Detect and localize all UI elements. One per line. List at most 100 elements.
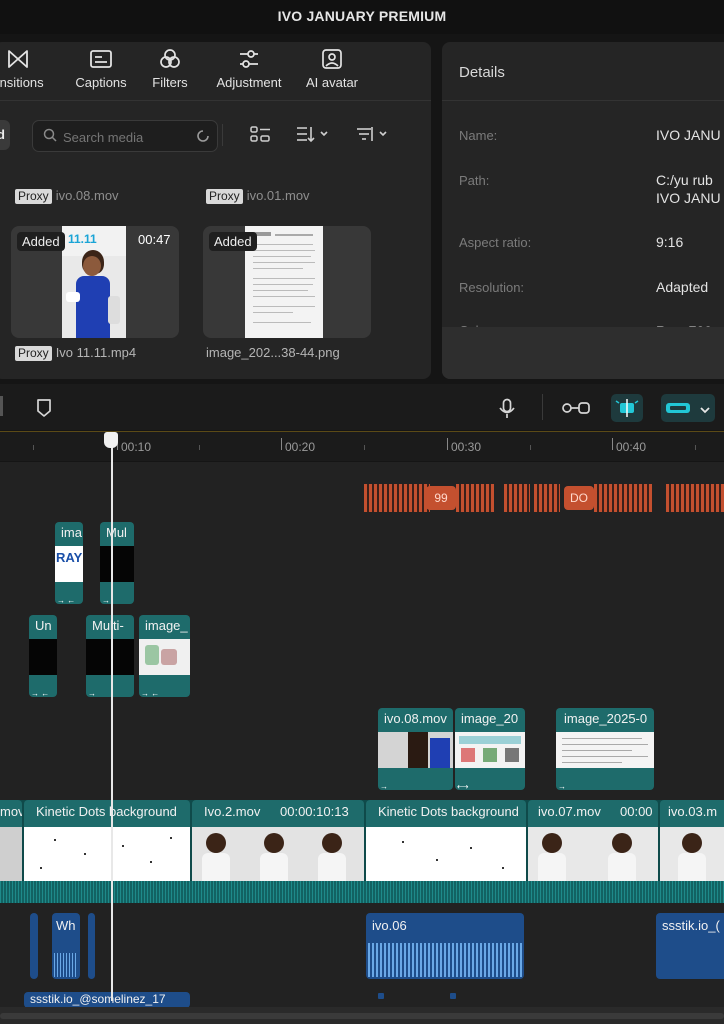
separator — [542, 394, 543, 420]
ruler-tick-minor — [33, 445, 34, 450]
filter-button[interactable] — [356, 124, 390, 146]
overlay-clip[interactable]: Un → ← — [29, 615, 57, 697]
ruler-label: 00:30 — [451, 440, 482, 454]
details-panel: Details Name: IVO JANU Path: C:/yu rub I… — [442, 42, 724, 379]
overlay-clip[interactable]: image_2025-0 → — [556, 708, 654, 790]
audio-clip[interactable]: Wh — [52, 913, 80, 979]
media-card-video[interactable]: 11.11 Added 00:47 — [11, 226, 179, 338]
media-card-image[interactable]: Added — [203, 226, 371, 338]
clip-thumbnail — [528, 827, 658, 881]
tab-transitions[interactable]: ansitions — [0, 48, 58, 98]
trim-arrows: ⟷ — [457, 782, 469, 790]
tab-filters[interactable]: Filters — [140, 48, 200, 98]
sfx-clip[interactable] — [534, 484, 560, 512]
clip-thumbnail — [378, 732, 453, 768]
sound-effects-track[interactable]: 99 DO — [364, 484, 724, 512]
tab-captions[interactable]: Captions — [66, 48, 136, 98]
detail-label: Resolution: — [459, 280, 525, 295]
audio-clip[interactable]: ivo.06 — [366, 913, 524, 979]
sfx-clip[interactable] — [504, 484, 530, 512]
refresh-icon[interactable] — [195, 128, 211, 149]
trim-arrows: → ← — [57, 596, 76, 604]
detail-value-path-line2: IVO JANU — [656, 190, 721, 206]
detail-label: Path: — [459, 173, 490, 188]
playhead-handle[interactable] — [104, 432, 118, 448]
audio-clip[interactable] — [88, 913, 95, 979]
audio-marker — [378, 993, 384, 999]
video-thumbnail: 11.11 — [62, 226, 126, 338]
search-input[interactable] — [61, 126, 195, 148]
adjustment-icon — [202, 48, 296, 72]
image-thumbnail — [245, 226, 323, 338]
clip-thumbnail — [192, 827, 364, 881]
transitions-icon — [0, 48, 58, 72]
media-tab-active[interactable]: rd — [0, 120, 10, 150]
clip-label: ivo.08.mov — [384, 711, 447, 726]
overlay-clip[interactable]: Mul → — [100, 522, 134, 604]
auto-link-button[interactable] — [661, 394, 715, 422]
filters-icon — [140, 48, 200, 72]
tab-label: ansitions — [0, 75, 44, 90]
clip-label: Multi- — [92, 618, 124, 633]
record-audio-button[interactable] — [498, 398, 516, 425]
ai-avatar-icon — [296, 48, 368, 72]
media-item-name: ivo.08.mov — [55, 188, 119, 203]
overlay-clip[interactable]: image_ → ← — [139, 615, 190, 697]
sfx-clip[interactable] — [666, 484, 724, 512]
clip-label: Wh — [56, 918, 76, 933]
media-item-label[interactable]: Proxy ivo.08.mov — [15, 188, 119, 204]
detail-value-resolution: Adapted — [656, 279, 709, 295]
details-footer — [442, 327, 724, 379]
proxy-tag: Proxy — [15, 346, 52, 361]
sfx-clip[interactable] — [364, 484, 430, 512]
search-box[interactable] — [32, 120, 218, 152]
clip-label: Ivo.2.mov — [204, 804, 261, 819]
overlay-clip[interactable]: image_20 ⟷ — [455, 708, 525, 790]
media-item-name[interactable]: image_202...38-44.png — [206, 345, 340, 360]
audio-clip[interactable]: ssstik.io_@somelinez_17 — [24, 992, 190, 1008]
chain-link-icon — [665, 401, 691, 420]
trim-arrows: → — [102, 596, 110, 604]
ruler-tick-minor — [364, 445, 365, 450]
added-badge: Added — [209, 232, 257, 251]
magnet-snap-button[interactable] — [611, 394, 643, 422]
media-panel: ansitions Captions Filters Adjustment AI… — [0, 42, 431, 379]
media-item-name: Ivo 11.11.mp4 — [55, 345, 137, 360]
clip-label: image_2025-0 — [564, 711, 648, 726]
clip-label: ima — [61, 525, 82, 540]
sfx-clip-label[interactable]: DO — [564, 486, 594, 510]
media-item-label[interactable]: Proxy Ivo 11.11.mp4 — [15, 345, 136, 361]
app-title: IVO JANUARY PREMIUM — [277, 8, 447, 24]
toolbar-edge — [0, 396, 3, 416]
playhead-line[interactable] — [111, 446, 113, 1001]
sfx-clip[interactable] — [594, 484, 652, 512]
horizontal-scrollbar[interactable] — [0, 1013, 724, 1019]
sfx-clip-label[interactable]: 99 — [426, 486, 456, 510]
overlay-clip[interactable]: Multi- → — [86, 615, 134, 697]
sfx-clip[interactable] — [456, 484, 494, 512]
tab-label: Adjustment — [216, 75, 282, 90]
ruler-label: 00:20 — [285, 440, 316, 454]
snap-icon — [615, 398, 639, 423]
trim-arrows: → — [558, 782, 566, 790]
grid-view-button[interactable] — [250, 124, 272, 146]
divider — [0, 100, 431, 101]
ruler-tick — [612, 438, 613, 450]
tab-ai-avatar[interactable]: AI avatar — [296, 48, 368, 98]
audio-waveform — [368, 943, 522, 977]
audio-clip[interactable] — [30, 913, 38, 979]
clip-thumbnail — [139, 639, 190, 675]
overlay-clip[interactable]: ivo.08.mov → — [378, 708, 453, 790]
marker-button[interactable] — [36, 398, 52, 423]
proxy-tag: Proxy — [206, 189, 243, 204]
thumbnail-text: RAY — [56, 550, 83, 565]
clip-label: Kinetic Dots background — [36, 804, 177, 819]
overlay-clip[interactable]: ima RAY → ← — [55, 522, 83, 604]
sort-button[interactable] — [296, 124, 330, 146]
link-toggle-button[interactable] — [561, 400, 591, 421]
media-item-label[interactable]: Proxy ivo.01.mov — [206, 188, 310, 204]
audio-clip[interactable]: ssstik.io_( — [656, 913, 724, 979]
clip-duration: 00:00:10:13 — [280, 804, 349, 819]
tab-adjustment[interactable]: Adjustment — [202, 48, 296, 98]
chevron-down-icon — [699, 402, 711, 420]
